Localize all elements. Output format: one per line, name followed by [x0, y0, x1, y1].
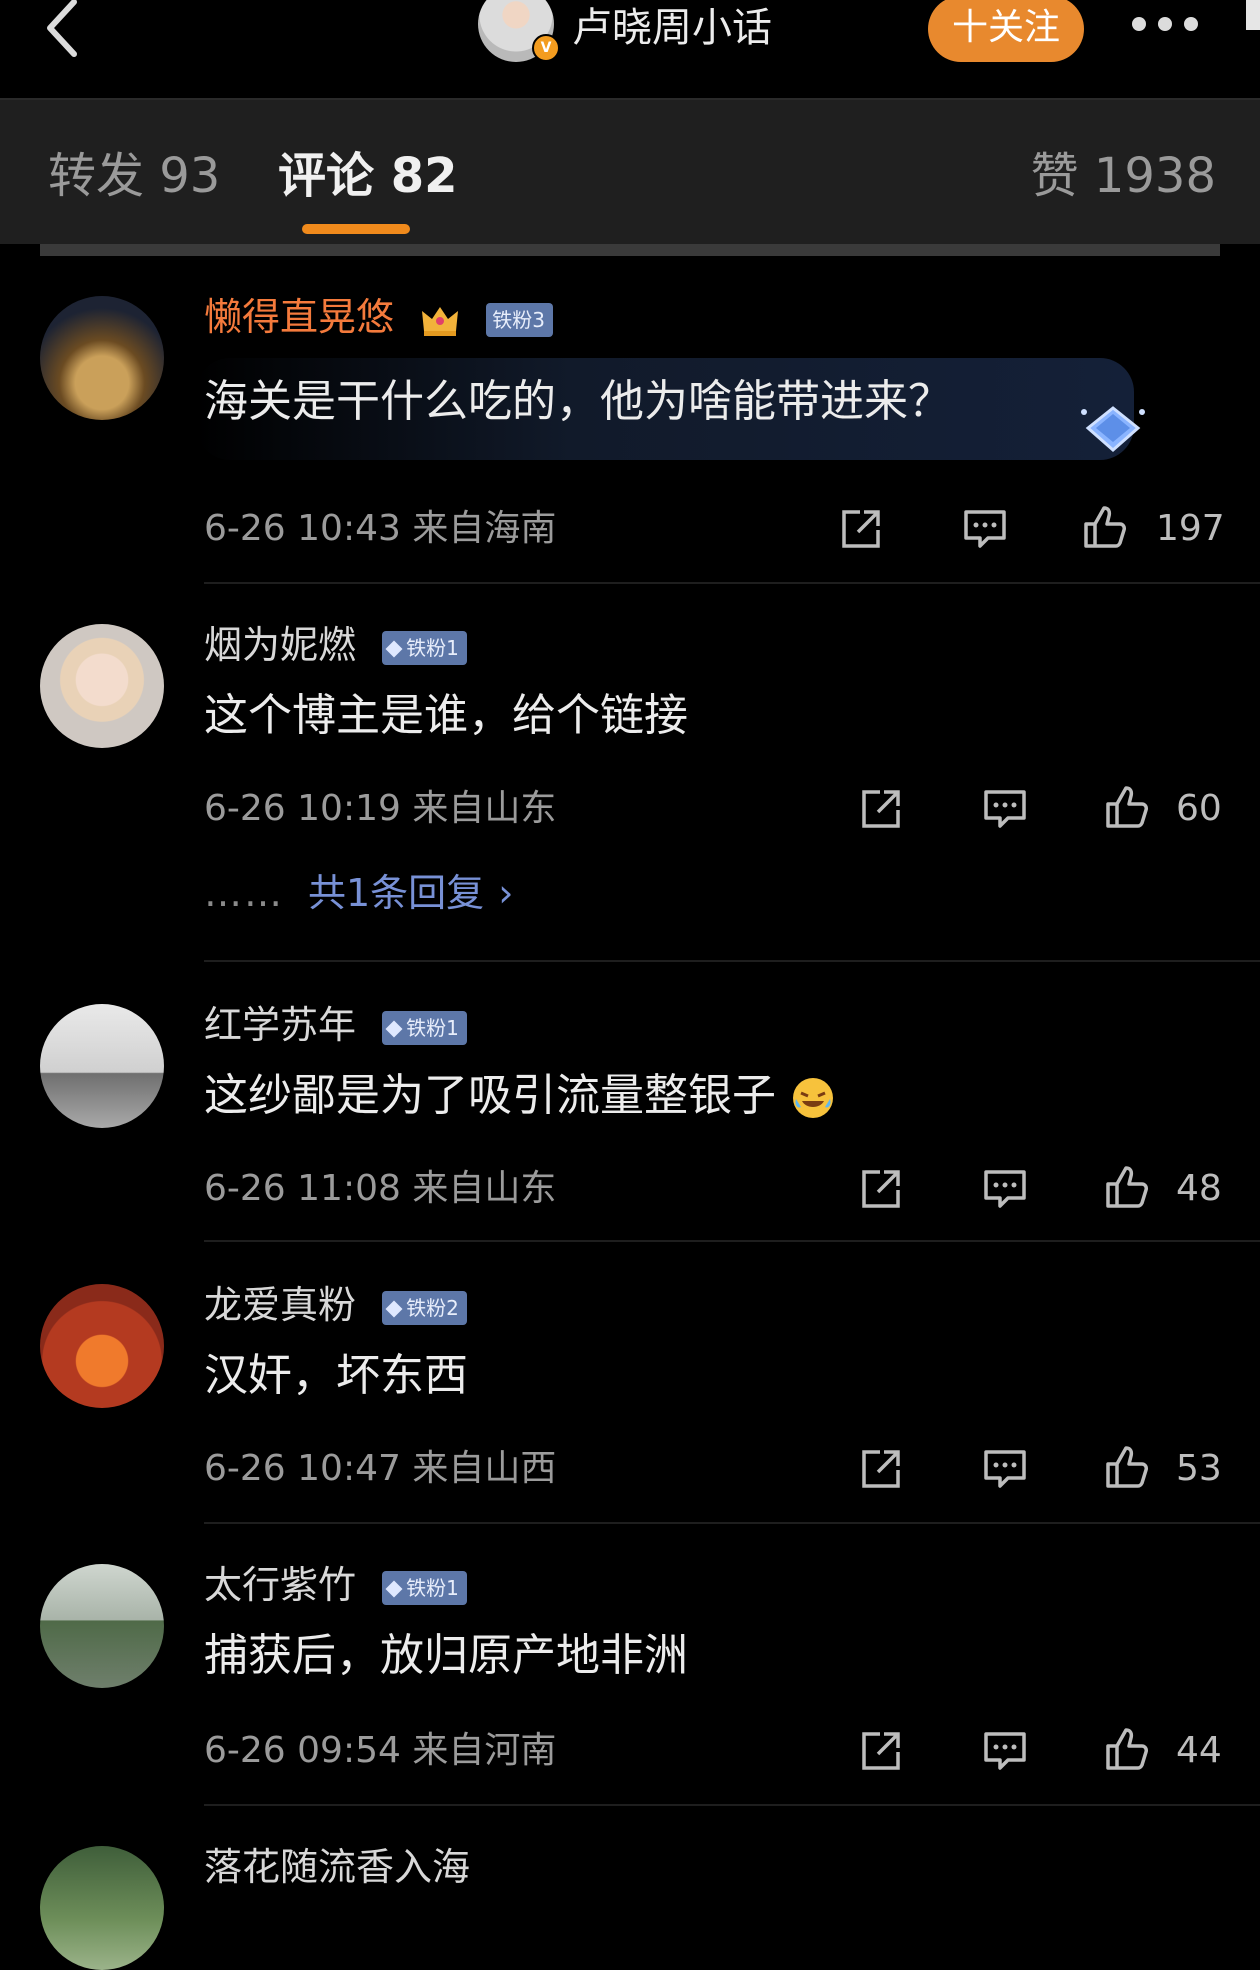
comment-divider [204, 582, 1260, 584]
fan-badge: 铁粉3 [486, 302, 553, 337]
reply-dots: …… [204, 871, 284, 915]
like-count: 197 [1156, 508, 1225, 549]
view-replies-link[interactable]: 共1条回复 [308, 871, 484, 915]
comment-divider [204, 1804, 1260, 1806]
commenter-avatar[interactable] [40, 1284, 164, 1408]
comment-time: 6-26 10:43 [204, 508, 401, 549]
reply-comment-icon[interactable] [982, 786, 1028, 832]
commenter-avatar[interactable] [40, 1004, 164, 1128]
fan-badge: 铁粉1 [382, 630, 467, 665]
commenter-name-text: 红学苏年 [204, 1003, 357, 1047]
commenter-name[interactable]: 龙爱真粉 铁粉2 [204, 1280, 467, 1330]
comment-time: 6-26 11:08 [204, 1168, 401, 1209]
commenter-name-text: 太行紫竹 [204, 1563, 357, 1607]
fan-badge: 铁粉1 [382, 1570, 467, 1605]
like-count: 44 [1176, 1730, 1222, 1771]
commenter-name[interactable]: 太行紫竹 铁粉1 [204, 1560, 467, 1610]
diamond-small-icon [385, 1020, 403, 1038]
tab-comments[interactable]: 评论 82 [278, 144, 458, 208]
like-icon[interactable] [1104, 1164, 1156, 1210]
comment-divider [204, 960, 1260, 962]
like-count: 60 [1176, 788, 1222, 829]
comment-text: 捕获后，放归原产地非洲 [204, 1630, 688, 1681]
fan-badge-label: 铁粉2 [406, 1295, 459, 1320]
reply-comment-icon[interactable] [982, 1166, 1028, 1212]
share-icon[interactable] [858, 1728, 904, 1774]
back-chevron-icon[interactable] [40, 0, 90, 60]
comment-text-body: 这纱鄙是为了吸引流量整银子 [204, 1070, 776, 1121]
fan-badge-label: 铁粉1 [406, 635, 459, 660]
commenter-name[interactable]: 烟为妮燃 铁粉1 [204, 620, 467, 670]
reply-comment-icon[interactable] [962, 506, 1008, 552]
reply-comment-icon[interactable] [982, 1446, 1028, 1492]
section-separator [40, 244, 1220, 256]
fan-badge: 铁粉1 [382, 1010, 467, 1045]
verified-badge: V [532, 34, 560, 62]
tab-likes[interactable]: 赞 1938 [1031, 144, 1216, 208]
comment-meta: 6-26 10:43 来自海南 [204, 504, 556, 554]
comment-meta: 6-26 11:08 来自山东 [204, 1164, 556, 1214]
commenter-avatar[interactable] [40, 1846, 164, 1970]
fan-badge: 铁粉2 [382, 1290, 467, 1325]
follow-button[interactable]: 十关注 [928, 0, 1084, 62]
active-tab-indicator [302, 224, 410, 234]
comment-location: 来自山东 [412, 788, 557, 829]
commenter-name-text: 落花随流香入海 [204, 1845, 471, 1889]
commenter-avatar[interactable] [40, 624, 164, 748]
like-icon[interactable] [1082, 504, 1134, 550]
comment-divider [204, 1240, 1260, 1242]
commenter-avatar[interactable] [40, 296, 164, 420]
commenter-avatar[interactable] [40, 1564, 164, 1688]
fan-badge-label: 铁粉1 [406, 1015, 459, 1040]
commenter-name-text: 烟为妮燃 [204, 623, 357, 667]
comment-location: 来自山西 [412, 1448, 557, 1489]
more-dots-icon[interactable] [1132, 16, 1212, 40]
diamond-icon [1081, 406, 1145, 452]
share-icon[interactable] [838, 506, 884, 552]
author-name[interactable]: 卢晓周小话 [572, 0, 772, 56]
comment-meta: 6-26 10:47 来自山西 [204, 1444, 556, 1494]
crown-icon [422, 306, 459, 336]
commenter-name[interactable]: 懒得直晃悠 铁粉3 [204, 292, 553, 342]
like-icon[interactable] [1104, 1726, 1156, 1772]
share-icon[interactable] [858, 1166, 904, 1212]
commenter-name[interactable]: 落花随流香入海 [204, 1842, 470, 1892]
commenter-name-text: 龙爱真粉 [204, 1283, 357, 1327]
share-icon[interactable] [858, 786, 904, 832]
commenter-name[interactable]: 红学苏年 铁粉1 [204, 1000, 467, 1050]
diamond-small-icon [385, 1300, 403, 1318]
comment-time: 6-26 10:47 [204, 1448, 401, 1489]
comment-text: 海关是干什么吃的，他为啥能带进来？ [204, 376, 952, 427]
comment-text: 这个博主是谁，给个链接 [204, 690, 688, 741]
top-bar: V 卢晓周小话 十关注 [0, 0, 1260, 98]
fan-badge-label: 铁粉3 [492, 307, 545, 332]
share-icon[interactable] [858, 1446, 904, 1492]
scroll-edge [1246, 0, 1260, 30]
tab-reposts[interactable]: 转发 93 [48, 144, 220, 208]
view-replies-row[interactable]: …… 共1条回复 › [204, 868, 513, 918]
comment-text: 汉奸，坏东西 [204, 1350, 468, 1401]
tab-bar: 转发 93 评论 82 赞 1938 [0, 98, 1260, 244]
comment-divider [204, 1522, 1260, 1524]
like-count: 53 [1176, 1448, 1222, 1489]
like-icon[interactable] [1104, 784, 1156, 830]
author-avatar[interactable]: V [478, 0, 560, 62]
like-count: 48 [1176, 1168, 1222, 1209]
comment-location: 来自海南 [412, 508, 557, 549]
comment-location: 来自河南 [412, 1730, 557, 1771]
comment-location: 来自山东 [412, 1168, 557, 1209]
fan-badge-label: 铁粉1 [406, 1575, 459, 1600]
chevron-right-icon: › [498, 871, 514, 915]
comment-meta: 6-26 10:19 来自山东 [204, 784, 556, 834]
reply-comment-icon[interactable] [982, 1728, 1028, 1774]
like-icon[interactable] [1104, 1444, 1156, 1490]
comment-text: 这纱鄙是为了吸引流量整银子 [204, 1066, 836, 1126]
comment-meta: 6-26 09:54 来自河南 [204, 1726, 556, 1776]
crying-laughing-emoji [793, 1078, 833, 1118]
comment-time: 6-26 10:19 [204, 788, 401, 829]
comment-time: 6-26 09:54 [204, 1730, 401, 1771]
diamond-small-icon [385, 640, 403, 658]
diamond-small-icon [385, 1580, 403, 1598]
commenter-name-text: 懒得直晃悠 [204, 295, 395, 339]
